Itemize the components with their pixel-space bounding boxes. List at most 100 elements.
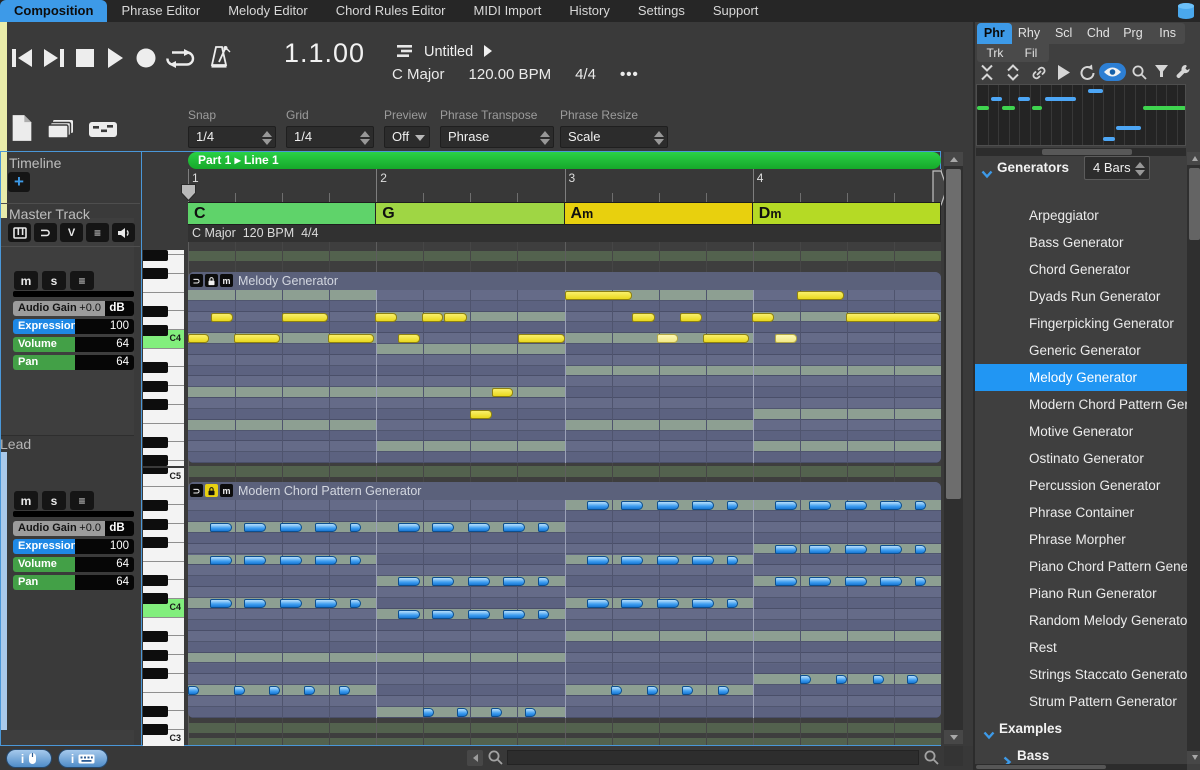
tab-trk[interactable]: Trk [977,44,1013,62]
mouse-hints-button[interactable]: i [6,749,52,768]
tab-ins[interactable]: Ins [1150,23,1185,44]
tree-item-generic-generator[interactable]: Generic Generator [975,337,1187,364]
tab-prg[interactable]: Prg [1116,23,1151,44]
spinner-arrows-icon[interactable] [262,131,271,145]
chevron-down-icon[interactable] [981,162,993,174]
midi-note[interactable] [657,556,679,565]
midi-note[interactable] [587,599,609,608]
song-expand-icon[interactable] [483,45,493,57]
tree-item-rest[interactable]: Rest [975,634,1187,661]
midi-note[interactable] [775,334,797,343]
midi-note[interactable] [244,599,266,608]
phrase-preview[interactable] [976,84,1186,146]
selector-snap[interactable]: 1/4 [188,126,276,148]
mute-icon[interactable]: m [220,484,233,497]
midi-note[interactable] [432,523,454,532]
param-pan-chords[interactable]: Pan64 [13,575,134,590]
pattern-icon[interactable] [88,121,118,138]
midi-note[interactable] [775,545,797,554]
midi-note[interactable] [587,501,609,510]
midi-note[interactable] [846,313,940,322]
chord-block-g[interactable]: G [376,202,564,225]
midi-note[interactable] [315,556,337,565]
midi-note[interactable] [692,599,714,608]
piano-keyboard-chords[interactable]: C5C4C3 [143,468,184,746]
midi-note[interactable] [339,686,350,695]
spinner-arrows-icon[interactable] [540,131,549,145]
spinner-arrows-icon[interactable] [1135,162,1144,176]
tree-item-melody-generator[interactable]: Melody Generator [975,364,1187,391]
phrase-list-icon[interactable] [396,44,413,58]
piano-key-black[interactable] [143,325,168,336]
tree-scroll-thumb[interactable] [1189,168,1200,240]
selector-preview[interactable]: Off [384,126,430,148]
midi-note[interactable] [621,599,643,608]
lock-icon[interactable] [205,484,218,497]
midi-note[interactable] [880,501,902,510]
menu-tab-chord-rules-editor[interactable]: Chord Rules Editor [322,0,460,22]
piano-key-black[interactable] [143,250,168,261]
metronome-button[interactable] [208,45,232,71]
tab-phr[interactable]: Phr [977,23,1012,44]
midi-note[interactable] [503,523,525,532]
midi-note[interactable] [873,675,884,684]
piano-key-black[interactable] [143,500,168,511]
magnet-button[interactable]: ⊃ [34,223,57,242]
expand-all-icon[interactable] [1005,64,1021,86]
spinner-arrows-icon[interactable] [654,131,663,145]
midi-note[interactable] [422,313,443,322]
velocity-button[interactable]: V [60,223,83,242]
midi-note[interactable] [188,686,199,695]
midi-note[interactable] [657,599,679,608]
magnet-icon[interactable]: ⊃ [190,484,203,497]
tree-hscroll-thumb[interactable] [976,765,1106,769]
midi-note[interactable] [880,545,902,554]
midi-note[interactable] [845,545,867,554]
midi-note[interactable] [468,610,490,619]
copies-icon[interactable] [46,118,76,140]
piano-key-black[interactable] [143,593,168,604]
phrase-header-melody-generator[interactable]: ⊃mMelody Generator [188,272,941,290]
scroll-left-button[interactable] [467,750,483,766]
time-signature[interactable]: 4/4 [575,66,596,83]
midi-note[interactable] [611,686,622,695]
menu-button-lead[interactable]: ≡ [70,271,94,290]
midi-note[interactable] [423,708,434,717]
midi-note[interactable] [470,410,492,419]
tree-scroll-down-button[interactable] [1187,751,1200,764]
param-expression-chords[interactable]: Expression100 [13,539,134,554]
midi-note[interactable] [836,675,847,684]
midi-note[interactable] [503,610,525,619]
tree-item-chord-generator[interactable]: Chord Generator [975,256,1187,283]
tree-item-phrase-morpher[interactable]: Phrase Morpher [975,526,1187,553]
midi-note[interactable] [457,708,468,717]
skip-to-end-button[interactable] [42,47,66,69]
track-color-strip-chords[interactable] [0,452,7,730]
chord-block-am[interactable]: Am [565,202,753,225]
param-audio-gain-lead[interactable]: Audio Gain+0.0dB [13,301,134,316]
piano-key-black[interactable] [143,437,168,448]
midi-note[interactable] [718,686,729,695]
selector-phrase-resize[interactable]: Scale [560,126,668,148]
add-part-button[interactable]: + [8,172,30,192]
midi-note[interactable] [703,334,749,343]
phrase-header-modern-chord-pattern-generator[interactable]: ⊃mModern Chord Pattern Generator [188,482,941,500]
tree-item-motive-generator[interactable]: Motive Generator [975,418,1187,445]
mute-icon[interactable]: m [220,274,233,287]
piano-key-black[interactable] [143,455,168,466]
piano-key-black[interactable] [143,381,168,392]
zoom-icon-right[interactable] [923,749,940,766]
midi-note[interactable] [915,577,926,586]
tree-item-modern-chord-pattern-generator[interactable]: Modern Chord Pattern Generator [975,391,1187,418]
zoom-icon-left[interactable] [487,749,504,766]
time-ruler[interactable]: 1234 [188,169,941,202]
midi-note[interactable] [621,556,643,565]
piano-button[interactable] [8,223,31,242]
piano-key-black[interactable] [143,668,168,679]
piano-key-black[interactable] [143,519,168,530]
tree-item-arpeggiator[interactable]: Arpeggiator [975,202,1187,229]
piano-key-black[interactable] [143,306,168,317]
tree-item-piano-chord-pattern-generator[interactable]: Piano Chord Pattern Generator [975,553,1187,580]
midi-note[interactable] [468,523,490,532]
piano-key-black[interactable] [143,724,168,735]
